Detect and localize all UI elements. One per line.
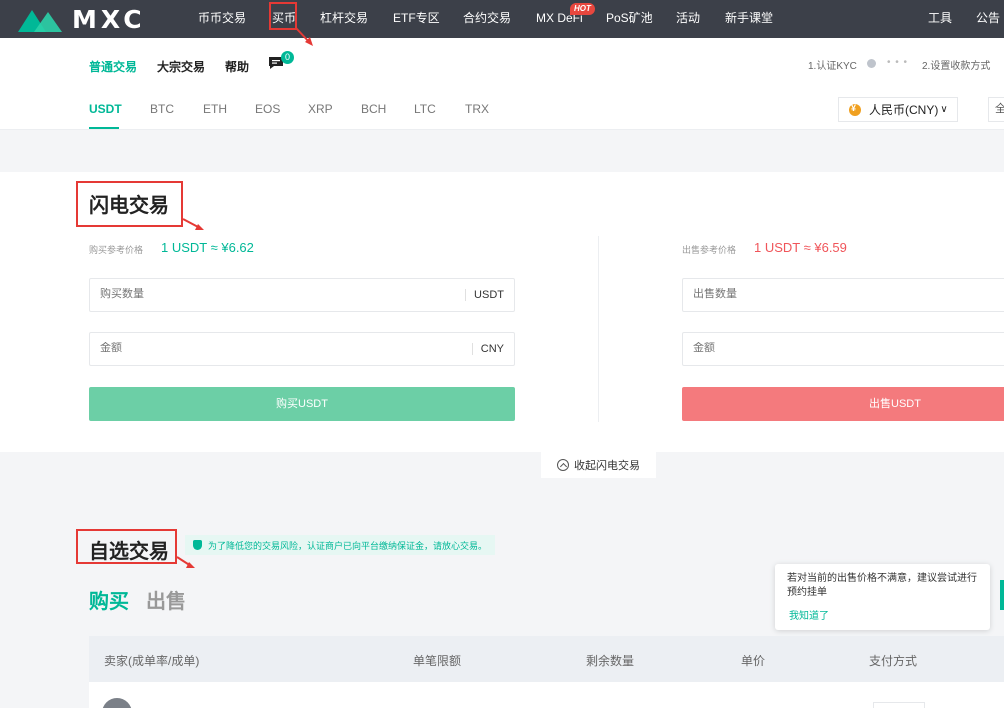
sell-quantity-input[interactable] [693,288,993,300]
filter-select-partial[interactable]: 全 [988,97,1004,122]
chevron-up-icon [557,459,569,471]
col-payment: 支付方式 [869,654,918,668]
nav-newbie-class[interactable]: 新手课堂 [725,0,773,38]
active-tab-indicator [89,127,119,129]
nav-announcements[interactable]: 公告 [976,0,1000,38]
buy-ref-label: 购买参考价格 [89,245,144,255]
otc-subheader: 普通交易 大宗交易 帮助 0 1.认证KYC • • • 2.设置收款方式 US… [0,38,1004,130]
top-navbar: MXC 币币交易 买币 杠杆交易 ETF专区 合约交易 MX DeFi HOT … [0,0,1004,38]
col-unit-price: 单价 [741,654,766,668]
coin-tab-xrp[interactable]: XRP [308,102,333,116]
currency-value: 人民币(CNY) [869,103,939,117]
nav-margin-trading[interactable]: 杠杆交易 [320,0,368,38]
payment-badge [873,702,925,708]
message-count-badge: 0 [281,51,294,64]
logo-text: MXC [72,4,146,34]
col-remaining: 剩余数量 [586,654,635,668]
annotation-box-p2p-title [76,529,177,564]
buy-amount-unit: CNY [471,343,504,355]
mxc-logo-icon [18,10,62,32]
hot-badge: HOT [570,3,595,15]
nav-pos-pool[interactable]: PoS矿池 [606,0,653,38]
step-payment-method[interactable]: 2.设置收款方式 [922,57,990,72]
annotation-arrowhead-p2p [186,562,195,568]
buy-quantity-field[interactable]: USDT [89,278,515,312]
nav-spot-trading[interactable]: 币币交易 [198,0,246,38]
tab-help[interactable]: 帮助 [225,58,249,75]
sell-amount-field[interactable] [682,332,1004,366]
tab-normal-trade[interactable]: 普通交易 [89,58,137,75]
step-kyc[interactable]: 1.认证KYC [808,57,857,72]
chevron-down-icon: ∨ [940,104,948,115]
annotation-box-buy-crypto [269,2,297,30]
security-notice: 为了降低您的交易风险，认证商户已向平台缴纳保证金，请放心交易。 [185,535,496,555]
coin-tab-eth[interactable]: ETH [203,102,227,116]
ads-table-header: 卖家(成单率/成单) 单笔限额 剩余数量 单价 支付方式 [89,636,1004,682]
collapse-flash-label: 收起闪电交易 [574,460,640,472]
coin-tab-btc[interactable]: BTC [150,102,174,116]
security-notice-text: 为了降低您的交易风险，认证商户已向平台缴纳保证金，请放心交易。 [208,540,488,551]
buy-quantity-input[interactable] [100,288,440,300]
sell-ref-price: 1 USDT ≈ ¥6.59 [754,240,847,255]
sell-usdt-button[interactable]: 出售USDT [682,387,1004,421]
annotation-arrow-p2p [176,556,192,567]
tab-buy[interactable]: 购买 [89,585,129,614]
buy-amount-input[interactable] [100,342,440,354]
col-seller: 卖家(成单率/成单) [104,654,200,668]
buy-amount-field[interactable]: CNY [89,332,515,366]
cny-coin-icon [849,103,861,116]
buy-quantity-unit: USDT [465,289,504,301]
step-separator: • • • [887,57,909,68]
tab-sell[interactable]: 出售 [146,585,186,614]
nav-contract-trading[interactable]: 合约交易 [463,0,511,38]
coin-tab-trx[interactable]: TRX [465,102,489,116]
col-limit: 单笔限额 [413,654,462,668]
sell-quantity-field[interactable] [682,278,1004,312]
buy-usdt-button[interactable]: 购买USDT [89,387,515,421]
nav-tools[interactable]: 工具 [928,0,952,38]
mxc-logo[interactable]: MXC [18,4,146,34]
sell-amount-input[interactable] [693,342,993,354]
nav-activities[interactable]: 活动 [676,0,700,38]
table-row[interactable] [89,682,1004,708]
coin-tab-eos[interactable]: EOS [255,102,280,116]
reservation-tip-popover: 若对当前的出售价格不满意，建议尝试进行预约挂单 我知道了 [775,564,990,630]
coin-tab-ltc[interactable]: LTC [414,102,436,116]
nav-etf[interactable]: ETF专区 [393,0,440,38]
collapse-flash-button[interactable]: 收起闪电交易 [541,452,656,478]
side-tab-partial[interactable] [1000,580,1004,610]
tip-dismiss-link[interactable]: 我知道了 [789,610,829,624]
shield-icon [193,540,202,550]
tab-block-trade[interactable]: 大宗交易 [157,58,205,75]
buy-ref-price: 1 USDT ≈ ¥6.62 [161,240,254,255]
currency-select[interactable]: 人民币(CNY) ∨ [838,97,958,122]
coin-tab-usdt[interactable]: USDT [89,102,122,116]
panel-divider [598,236,599,422]
step-kyc-dot-icon [867,59,876,68]
avatar [102,698,132,708]
reservation-tip-text: 若对当前的出售价格不满意，建议尝试进行预约挂单 [787,573,977,598]
sell-ref-label: 出售参考价格 [682,245,737,255]
coin-tab-bch[interactable]: BCH [361,102,386,116]
annotation-box-flash-title [76,181,183,227]
